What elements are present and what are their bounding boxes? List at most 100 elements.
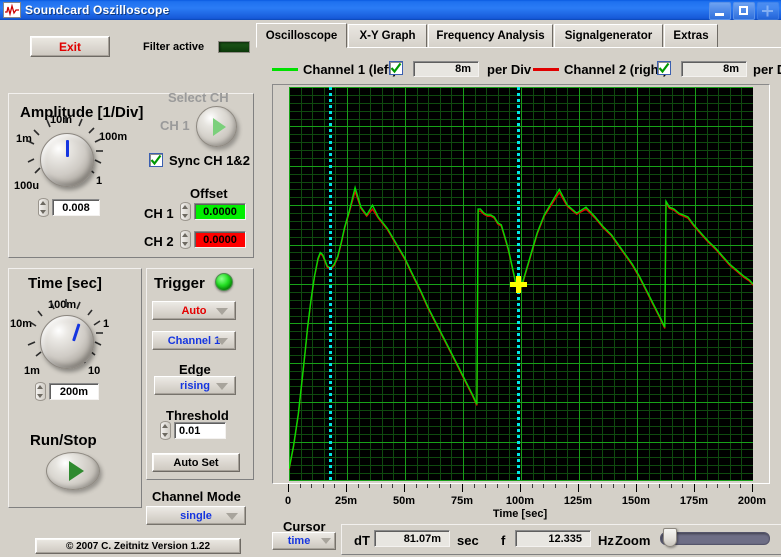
trigger-led [215,273,233,291]
time-value-field[interactable]: 200m [49,383,99,400]
x-tick-label: 75m [435,495,489,507]
window-title: Soundcard Oszilloscope [25,3,169,17]
cursor-mode-value: time [288,535,311,547]
channel1-label: Channel 1 (left) [303,62,397,77]
close-button[interactable] [757,2,779,20]
window-controls [709,2,779,20]
amplitude-knob[interactable] [40,133,94,187]
tab-oscilloscope[interactable]: Oscilloscope [256,23,347,48]
tab-frequency-analysis[interactable]: Frequency Analysis [428,24,553,47]
zoom-label: Zoom [615,533,650,548]
offset-ch1-field[interactable]: 0.0000 [194,203,246,220]
offset-ch2-spinner[interactable] [180,230,191,249]
tab-extras[interactable]: Extras [664,24,718,47]
x-tick [694,484,695,492]
offset-title: Offset [190,186,228,201]
trace-2 [289,191,753,470]
x-tick [485,484,486,488]
offset-ch2-field[interactable]: 0.0000 [194,231,246,248]
amplitude-spinner[interactable] [38,198,49,217]
tab-xy-graph[interactable]: X-Y Graph [348,24,427,47]
zoom-slider-thumb[interactable] [663,528,677,547]
channel1-scale-field[interactable]: 8m [413,61,479,77]
x-tick-label: 25m [319,495,373,507]
dt-value-field[interactable]: 81.07m [374,530,450,547]
f-label: f [501,533,505,548]
f-value-field[interactable]: 12.335 [515,530,591,547]
channel-mode-label: Channel Mode [152,489,241,504]
offset-ch1-spinner[interactable] [180,202,191,221]
dt-unit-label: sec [457,533,479,548]
time-knob[interactable] [40,315,94,369]
x-tick-label: 150m [609,495,663,507]
x-tick [555,484,556,488]
trigger-source-dropdown[interactable]: Channel 1 [152,331,236,350]
channel2-scale-field[interactable]: 8m [681,61,747,77]
x-tick [543,484,544,488]
tab-bar: Oscilloscope X-Y Graph Frequency Analysi… [256,24,781,47]
channel1-checkbox[interactable] [389,61,403,75]
time-title: Time [sec] [28,275,102,292]
channel-mode-value: single [180,510,212,522]
tab-signalgenerator[interactable]: Signalgenerator [554,24,663,47]
x-tick [578,484,579,492]
x-tick [416,484,417,488]
trigger-mode-dropdown[interactable]: Auto [152,301,236,320]
x-tick [508,484,509,488]
auto-set-button[interactable]: Auto Set [152,453,240,472]
channel1-perdiv-label: per Div [487,62,531,77]
select-ch-button[interactable] [196,106,237,147]
x-tick [288,484,289,492]
channel-mode-dropdown[interactable]: single [146,506,246,525]
cursor-crosshair[interactable] [510,276,527,293]
x-tick [346,484,347,492]
dt-label: dT [354,533,370,548]
x-axis-title: Time [sec] [288,508,752,520]
trigger-source-value: Channel 1 [168,335,221,347]
threshold-spinner[interactable] [160,421,171,440]
threshold-field[interactable]: 0.01 [174,422,226,439]
time-cursor-1[interactable] [329,87,332,481]
time-spinner[interactable] [35,382,46,401]
x-tick [706,484,707,488]
x-tick [566,484,567,488]
x-tick [334,484,335,488]
x-tick [601,484,602,488]
exit-button[interactable]: Exit [30,36,110,57]
offset-ch2-label: CH 2 [144,234,174,249]
minimize-button[interactable] [709,2,731,20]
x-tick [752,484,753,492]
trigger-edge-dropdown[interactable]: rising [154,376,236,395]
x-tick [311,484,312,488]
filter-active-label: Filter active [143,41,204,53]
x-tick [392,484,393,488]
x-tick [613,484,614,488]
channel2-color-swatch [533,68,559,71]
x-tick-label: 50m [377,495,431,507]
x-tick-label: 175m [667,495,721,507]
run-stop-button[interactable] [46,452,100,490]
trace-1 [289,188,753,470]
waveform-plot[interactable] [289,87,753,481]
offset-ch1-label: CH 1 [144,206,174,221]
x-tick [520,484,521,492]
cursor-mode-dropdown[interactable]: time [272,532,336,550]
f-unit-label: Hz [598,533,614,548]
channel2-checkbox[interactable] [657,61,671,75]
x-tick-label: 0 [261,495,315,507]
x-tick [474,484,475,488]
channel1-color-swatch [272,68,298,71]
x-tick [717,484,718,488]
sync-checkbox[interactable] [149,153,163,167]
x-tick [532,484,533,488]
x-tick [427,484,428,488]
x-tick [671,484,672,488]
x-tick [682,484,683,488]
threshold-label: Threshold [166,408,229,423]
amplitude-value-field[interactable]: 0.008 [52,199,100,216]
maximize-button[interactable] [733,2,755,20]
x-tick [369,484,370,488]
x-tick [497,484,498,488]
x-tick [462,484,463,492]
x-tick [450,484,451,488]
